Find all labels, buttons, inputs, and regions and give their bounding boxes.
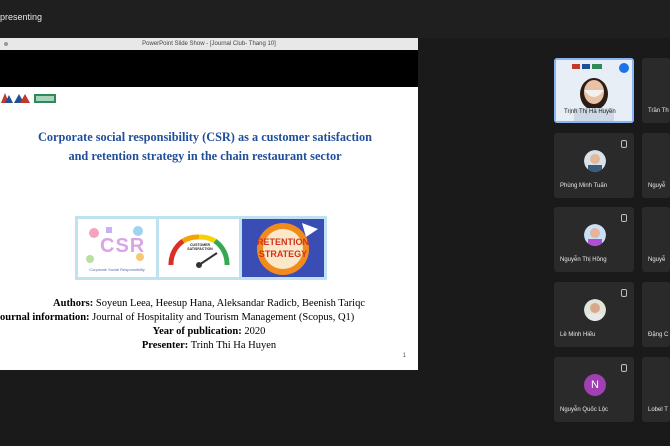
slide: Corporate social responsibility (CSR) as… — [0, 87, 418, 370]
journal-row: ournal information: Journal of Hospitali… — [0, 311, 418, 325]
participant-tile[interactable]: Nguyễ — [642, 133, 670, 198]
customer-satisfaction-image: CUSTOMER SATISFACTION — [159, 219, 239, 277]
faculty-logo-icon — [14, 94, 30, 103]
participant-initial: N — [591, 379, 599, 391]
participant-tile-active-speaker[interactable]: Trịnh Thị Hà Huyền — [554, 58, 634, 123]
speaking-indicator-icon — [619, 63, 629, 73]
retention-strategy-image: RETENTION STRATEGY — [242, 219, 324, 277]
authors-label: Authors: — [53, 298, 94, 309]
participant-tile[interactable]: Nguyễn Thị Hồng — [554, 207, 634, 272]
presenter-value: Trinh Thi Ha Huyen — [188, 340, 277, 351]
participant-name: Phùng Minh Tuấn — [560, 183, 608, 189]
slide-page-number: 1 — [402, 353, 406, 359]
participant-tile[interactable]: Trần Th — [642, 58, 670, 123]
meeting-top-bar: presenting — [0, 0, 670, 38]
slide-title-line-1: Corporate social responsibility (CSR) as… — [38, 130, 372, 144]
participant-name: Nguyễn Thị Hồng — [560, 257, 607, 263]
participant-avatar — [584, 224, 606, 246]
presenting-label: presenting — [0, 12, 43, 22]
authors-row: Authors: Soyeun Leea, Heesup Hana, Aleks… — [0, 297, 418, 311]
journal-value: Journal of Hospitality and Tourism Manag… — [89, 312, 355, 323]
participant-initial-avatar: N — [584, 374, 606, 396]
authors-value: Soyeun Leea, Heesup Hana, Aleksandar Rad… — [93, 298, 365, 309]
presenter-row: Presenter: Trinh Thi Ha Huyen — [0, 339, 418, 353]
year-label: Year of publication: — [152, 326, 242, 337]
mic-muted-icon — [621, 289, 627, 297]
participant-name: Nguyễ — [648, 257, 666, 263]
window-title: PowerPoint Slide Show - [Journal Club- T… — [142, 41, 276, 47]
participant-name: Trịnh Thị Hà Huyền — [564, 109, 616, 115]
slide-image-strip: CSR Corporate Social Responsibility CUST… — [75, 216, 327, 280]
participant-name: Đặng C — [648, 332, 669, 338]
participant-avatar — [584, 299, 606, 321]
journal-label: ournal information: — [0, 312, 90, 323]
participant-tile[interactable]: Đặng C — [642, 282, 670, 347]
retention-text-line-2: STRATEGY — [258, 249, 308, 259]
department-logo-icon — [34, 94, 56, 103]
participant-name: Nguyễ — [648, 183, 666, 189]
participant-name: Lobel T — [648, 407, 668, 413]
slide-title-line-2: and retention strategy in the chain rest… — [68, 149, 342, 163]
powerpoint-title-bar: PowerPoint Slide Show - [Journal Club- T… — [0, 38, 418, 50]
participant-tile[interactable]: N Nguyễn Quốc Lộc — [554, 357, 634, 422]
slide-info: Authors: Soyeun Leea, Heesup Hana, Aleks… — [0, 297, 418, 353]
presenter-label: Presenter: — [141, 340, 189, 351]
mic-muted-icon — [621, 364, 627, 372]
customer-satisfaction-label: CUSTOMER SATISFACTION — [187, 243, 213, 251]
participant-name: Nguyễn Quốc Lộc — [560, 407, 609, 413]
participant-tile[interactable]: Nguyễ — [642, 207, 670, 272]
csr-image: CSR Corporate Social Responsibility — [78, 219, 156, 277]
slide-title: Corporate social responsibility (CSR) as… — [0, 128, 410, 166]
csr-big-text: CSR — [100, 235, 146, 257]
year-value: 2020 — [241, 326, 266, 337]
year-row: Year of publication: 2020 — [0, 325, 418, 339]
participant-tile[interactable]: Lobel T — [642, 357, 670, 422]
participant-tile[interactable]: Phùng Minh Tuấn — [554, 133, 634, 198]
participant-avatar — [584, 150, 606, 172]
window-control-icon[interactable] — [4, 42, 8, 46]
participant-tile[interactable]: Lê Minh Hiếu — [554, 282, 634, 347]
mic-muted-icon — [621, 140, 627, 148]
csr-caption: Corporate Social Responsibility — [89, 267, 145, 272]
university-logo-icon — [1, 93, 13, 103]
participant-name: Trần Th — [648, 108, 669, 114]
participant-name: Lê Minh Hiếu — [560, 332, 596, 338]
mic-muted-icon — [621, 214, 627, 222]
retention-text-line-1: RETENTION — [256, 237, 309, 247]
